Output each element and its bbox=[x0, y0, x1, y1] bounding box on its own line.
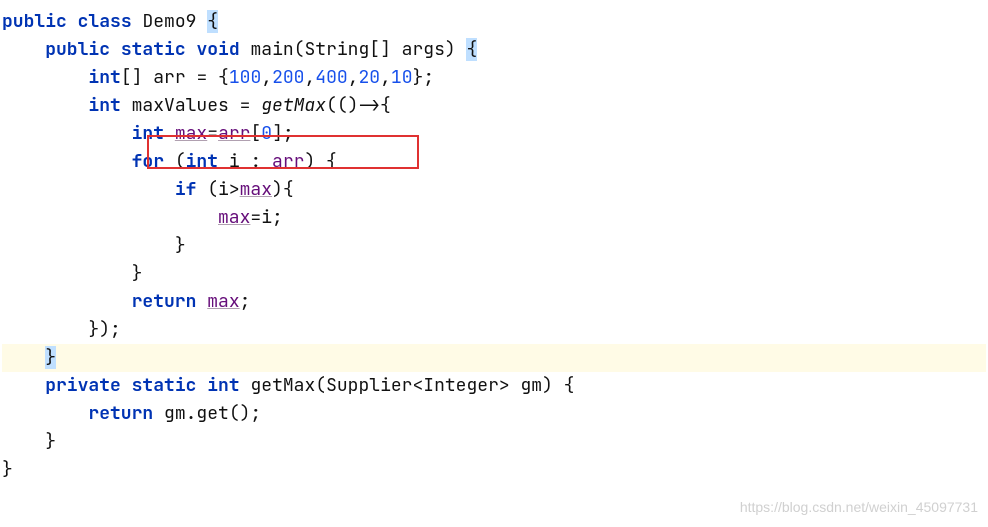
line-6: for (int i : arr) { bbox=[2, 150, 337, 173]
line-13: } bbox=[2, 344, 986, 372]
line-4: int maxValues = getMax(()->{ bbox=[2, 94, 391, 117]
line-14: private static int getMax(Supplier<Integ… bbox=[2, 374, 574, 397]
line-3: int[] arr = {100,200,400,20,10}; bbox=[2, 66, 434, 89]
line-1: public class Demo9 { bbox=[2, 10, 218, 33]
line-7: if (i>max){ bbox=[2, 178, 294, 201]
line-2: public static void main(String[] args) { bbox=[2, 38, 477, 61]
line-15: return gm.get(); bbox=[2, 402, 261, 425]
line-9: } bbox=[2, 234, 186, 257]
watermark: https://blog.csdn.net/weixin_45097731 bbox=[740, 493, 978, 521]
line-11: return max; bbox=[2, 290, 250, 313]
line-8: max=i; bbox=[2, 206, 283, 229]
line-10: } bbox=[2, 262, 142, 285]
line-17: } bbox=[2, 458, 13, 481]
line-5: int max=arr[0]; bbox=[2, 122, 294, 145]
line-16: } bbox=[2, 430, 56, 453]
code-block: public class Demo9 { public static void … bbox=[2, 8, 986, 484]
line-12: }); bbox=[2, 318, 121, 341]
